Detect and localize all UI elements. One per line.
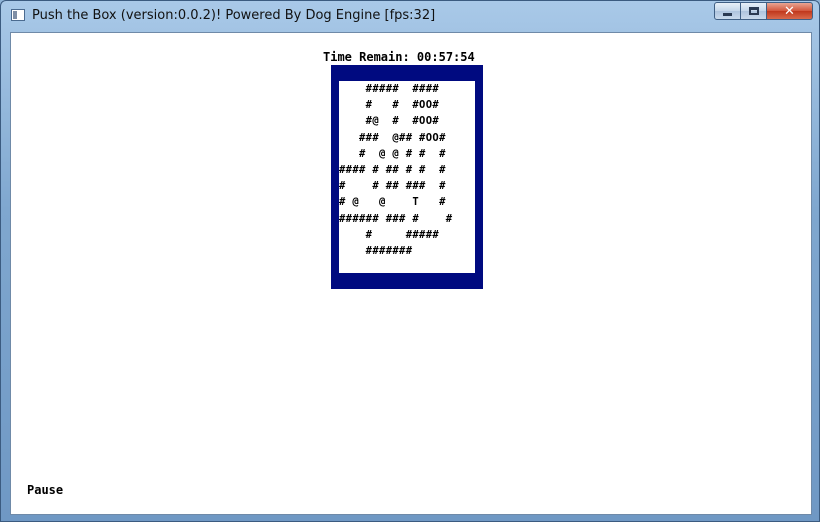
close-icon: ✕: [784, 3, 795, 19]
app-icon[interactable]: [11, 9, 25, 21]
maximize-icon: [748, 7, 759, 15]
board-frame: ##### #### # # #OO# #@ # #OO# ### @## #O…: [331, 65, 483, 289]
game-canvas[interactable]: Time Remain: 00:57:54 ##### #### # # #OO…: [10, 32, 812, 515]
close-button[interactable]: ✕: [767, 2, 813, 20]
title-bar[interactable]: Push the Box (version:0.0.2)! Powered By…: [1, 1, 819, 32]
game-board[interactable]: ##### #### # # #OO# #@ # #OO# ### @## #O…: [339, 81, 475, 273]
minimize-icon: [723, 12, 732, 16]
window-title: Push the Box (version:0.0.2)! Powered By…: [32, 8, 436, 23]
minimize-button[interactable]: [714, 2, 741, 20]
app-window: Push the Box (version:0.0.2)! Powered By…: [0, 0, 820, 522]
level-map: ##### #### # # #OO# #@ # #OO# ### @## #O…: [339, 83, 453, 258]
window-controls: ✕: [714, 2, 813, 22]
maximize-button[interactable]: [741, 2, 767, 20]
time-remain: Time Remain: 00:57:54: [323, 50, 475, 64]
pause-status[interactable]: Pause: [27, 483, 63, 497]
